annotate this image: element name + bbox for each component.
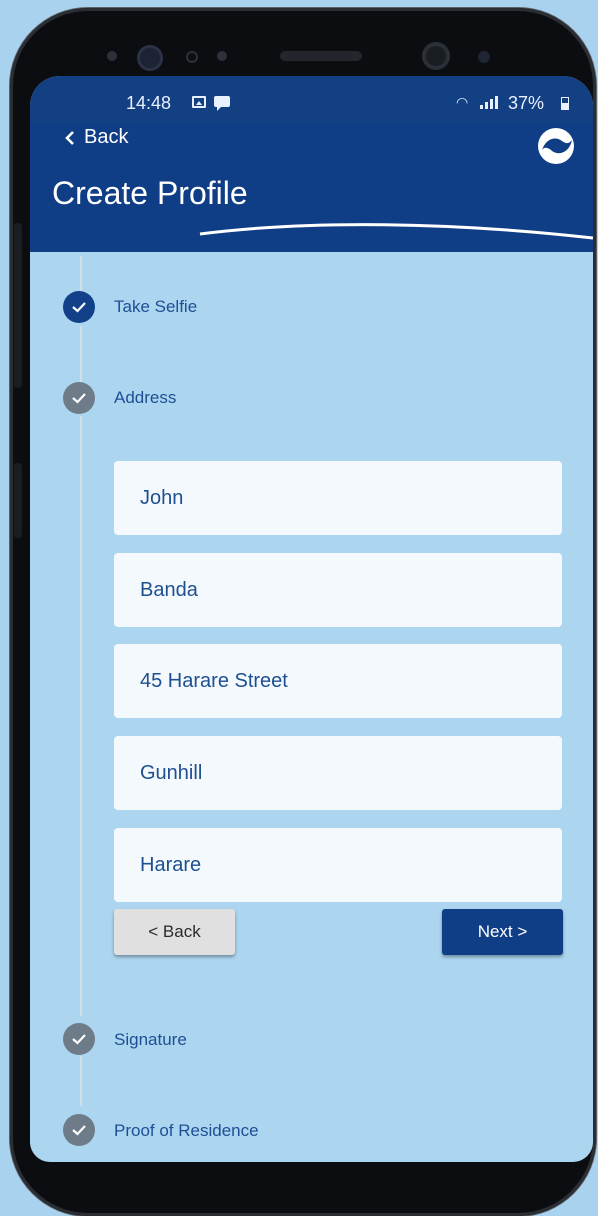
city-value: Harare [140,853,202,876]
back-link[interactable]: Back [64,126,128,149]
street-address-value: 45 Harare Street [140,669,288,692]
proximity-sensor [186,51,198,63]
suburb-field[interactable]: Gunhill [114,736,562,810]
step-proof-of-residence[interactable]: Proof of Residence [114,1121,259,1141]
back-button[interactable]: < Back [114,909,235,955]
last-name-field[interactable]: Banda [114,553,562,627]
step-connector [80,416,82,1016]
image-icon [192,96,206,108]
step-address[interactable]: Address [114,388,176,408]
step-take-selfie-indicator [63,291,95,323]
sensor-dot [107,51,117,61]
back-link-label: Back [84,126,129,148]
step-proof-of-residence-indicator [63,1114,95,1146]
chat-icon [214,96,230,111]
earpiece-speaker [280,51,362,61]
last-name-value: Banda [140,578,198,601]
light-sensor [217,51,227,61]
chevron-left-icon [65,130,74,145]
step-take-selfie[interactable]: Take Selfie [114,297,197,317]
step-address-indicator [63,382,95,414]
check-icon [72,302,86,313]
step-connector [80,256,82,292]
suburb-value: Gunhill [140,761,203,784]
step-signature[interactable]: Signature [114,1030,187,1050]
first-name-field[interactable]: John [114,461,562,535]
first-name-value: John [140,486,184,509]
iris-sensor [137,45,163,71]
step-connector [80,326,82,382]
check-icon [72,1034,86,1045]
volume-button [14,223,22,388]
header-wave [30,216,593,243]
status-bar: 14:48 ◠ 37% [30,76,593,122]
signal-icon [476,95,500,109]
app-screen: 14:48 ◠ 37% Back Create Profile Take Sel… [30,76,593,1162]
front-camera [422,42,450,70]
battery-level: 37% [508,93,545,113]
next-button[interactable]: Next > [442,909,563,955]
step-signature-indicator [63,1023,95,1055]
check-icon [72,1125,86,1136]
street-address-field[interactable]: 45 Harare Street [114,644,562,718]
battery-icon [561,97,569,110]
brand-logo-icon [538,128,574,164]
step-connector [80,1056,82,1106]
check-icon [72,393,86,404]
page-title: Create Profile [52,175,248,211]
wifi-icon: ◠ [456,94,469,110]
camera-sensor [478,51,490,63]
status-time: 14:48 [126,93,172,113]
bixby-button [14,463,22,538]
city-field[interactable]: Harare [114,828,562,902]
